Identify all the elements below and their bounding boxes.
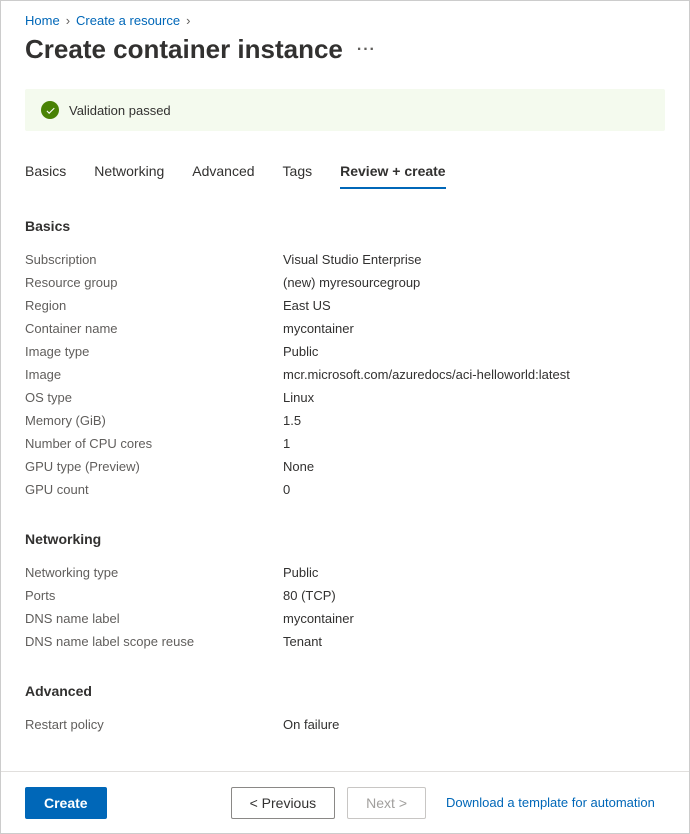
row-image: Imagemcr.microsoft.com/azuredocs/aci-hel…: [25, 363, 665, 386]
row-image-type: Image typePublic: [25, 340, 665, 363]
row-region: RegionEast US: [25, 294, 665, 317]
row-gpu-count: GPU count0: [25, 478, 665, 501]
label: DNS name label scope reuse: [25, 634, 283, 649]
value: None: [283, 459, 314, 474]
row-resource-group: Resource group(new) myresourcegroup: [25, 271, 665, 294]
breadcrumb: Home › Create a resource ›: [25, 13, 665, 28]
tab-networking[interactable]: Networking: [94, 163, 164, 189]
section-basics-title: Basics: [25, 218, 665, 234]
label: Region: [25, 298, 283, 313]
label: Memory (GiB): [25, 413, 283, 428]
label: Number of CPU cores: [25, 436, 283, 451]
value: On failure: [283, 717, 339, 732]
validation-message: Validation passed: [69, 103, 171, 118]
label: Image: [25, 367, 283, 382]
chevron-right-icon: ›: [66, 13, 70, 28]
row-ports: Ports80 (TCP): [25, 584, 665, 607]
value: 1: [283, 436, 290, 451]
tabs: Basics Networking Advanced Tags Review +…: [25, 163, 665, 190]
section-advanced-title: Advanced: [25, 683, 665, 699]
section-networking: Networking Networking typePublic Ports80…: [25, 531, 665, 653]
page-title-text: Create container instance: [25, 34, 343, 65]
label: Networking type: [25, 565, 283, 580]
row-container-name: Container namemycontainer: [25, 317, 665, 340]
footer: Create < Previous Next > Download a temp…: [1, 771, 689, 833]
value: 1.5: [283, 413, 301, 428]
chevron-right-icon: ›: [186, 13, 190, 28]
breadcrumb-home[interactable]: Home: [25, 13, 60, 28]
row-subscription: SubscriptionVisual Studio Enterprise: [25, 248, 665, 271]
value: East US: [283, 298, 331, 313]
value: mycontainer: [283, 611, 354, 626]
value: mycontainer: [283, 321, 354, 336]
section-advanced: Advanced Restart policyOn failure: [25, 683, 665, 736]
row-memory: Memory (GiB)1.5: [25, 409, 665, 432]
row-networking-type: Networking typePublic: [25, 561, 665, 584]
row-dns-scope-reuse: DNS name label scope reuseTenant: [25, 630, 665, 653]
validation-banner: Validation passed: [25, 89, 665, 131]
value: (new) myresourcegroup: [283, 275, 420, 290]
value: 0: [283, 482, 290, 497]
value: Public: [283, 344, 318, 359]
row-gpu-type: GPU type (Preview)None: [25, 455, 665, 478]
page-title: Create container instance ···: [25, 34, 665, 65]
value: 80 (TCP): [283, 588, 336, 603]
value: Linux: [283, 390, 314, 405]
value: Tenant: [283, 634, 322, 649]
label: DNS name label: [25, 611, 283, 626]
row-dns-name-label: DNS name labelmycontainer: [25, 607, 665, 630]
label: Image type: [25, 344, 283, 359]
value: mcr.microsoft.com/azuredocs/aci-hellowor…: [283, 367, 570, 382]
value: Visual Studio Enterprise: [283, 252, 422, 267]
tab-advanced[interactable]: Advanced: [192, 163, 254, 189]
label: Restart policy: [25, 717, 283, 732]
row-cpu-cores: Number of CPU cores1: [25, 432, 665, 455]
tab-basics[interactable]: Basics: [25, 163, 66, 189]
label: Subscription: [25, 252, 283, 267]
section-basics: Basics SubscriptionVisual Studio Enterpr…: [25, 218, 665, 501]
breadcrumb-create-resource[interactable]: Create a resource: [76, 13, 180, 28]
row-os-type: OS typeLinux: [25, 386, 665, 409]
create-button[interactable]: Create: [25, 787, 107, 819]
tab-tags[interactable]: Tags: [283, 163, 313, 189]
label: Resource group: [25, 275, 283, 290]
label: Ports: [25, 588, 283, 603]
check-circle-icon: [41, 101, 59, 119]
label: OS type: [25, 390, 283, 405]
value: Public: [283, 565, 318, 580]
previous-button[interactable]: < Previous: [231, 787, 336, 819]
label: GPU type (Preview): [25, 459, 283, 474]
label: GPU count: [25, 482, 283, 497]
label: Container name: [25, 321, 283, 336]
more-actions-icon[interactable]: ···: [357, 41, 376, 59]
section-networking-title: Networking: [25, 531, 665, 547]
next-button: Next >: [347, 787, 426, 819]
download-template-link[interactable]: Download a template for automation: [446, 795, 655, 810]
tab-review-create[interactable]: Review + create: [340, 163, 445, 189]
row-restart-policy: Restart policyOn failure: [25, 713, 665, 736]
